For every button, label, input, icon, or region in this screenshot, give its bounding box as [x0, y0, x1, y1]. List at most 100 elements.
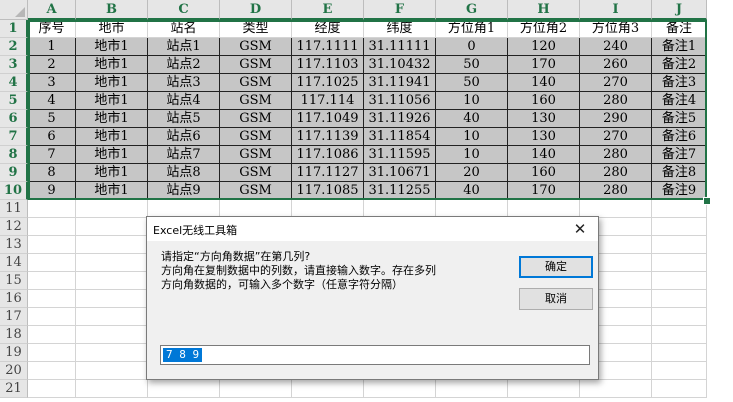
empty-cell[interactable]	[28, 218, 76, 236]
empty-cell[interactable]	[28, 236, 76, 254]
table-cell[interactable]: 50	[436, 56, 508, 74]
column-header-c[interactable]: C	[148, 0, 220, 20]
empty-cell[interactable]	[76, 272, 148, 290]
table-cell[interactable]: 站点9	[148, 182, 220, 200]
table-cell[interactable]: 117.1111	[292, 38, 364, 56]
row-header-3[interactable]: 3	[0, 56, 28, 74]
empty-cell[interactable]	[76, 218, 148, 236]
table-cell[interactable]: 地市1	[76, 92, 148, 110]
empty-cell[interactable]	[652, 344, 707, 362]
table-cell[interactable]: 120	[508, 38, 580, 56]
empty-cell[interactable]	[28, 344, 76, 362]
row-header-20[interactable]: 20	[0, 362, 28, 380]
select-all-corner[interactable]	[0, 0, 28, 20]
table-cell[interactable]: 130	[508, 128, 580, 146]
table-cell[interactable]: 117.1127	[292, 164, 364, 182]
table-cell[interactable]: 备注5	[652, 110, 707, 128]
empty-cell[interactable]	[652, 326, 707, 344]
empty-cell[interactable]	[28, 254, 76, 272]
header-cell[interactable]: 方位角3	[580, 20, 652, 38]
table-cell[interactable]: 地市1	[76, 164, 148, 182]
empty-cell[interactable]	[220, 380, 292, 398]
empty-cell[interactable]	[76, 254, 148, 272]
column-header-i[interactable]: I	[580, 0, 652, 20]
table-cell[interactable]: 3	[28, 74, 76, 92]
table-cell[interactable]: 280	[580, 92, 652, 110]
table-cell[interactable]: GSM	[220, 74, 292, 92]
table-cell[interactable]: 170	[508, 56, 580, 74]
row-header-4[interactable]: 4	[0, 74, 28, 92]
empty-cell[interactable]	[76, 362, 148, 380]
empty-cell[interactable]	[436, 380, 508, 398]
row-header-11[interactable]: 11	[0, 200, 28, 218]
table-cell[interactable]: 260	[580, 56, 652, 74]
cancel-button[interactable]: 取消	[519, 288, 593, 310]
row-header-7[interactable]: 7	[0, 128, 28, 146]
table-cell[interactable]: 117.114	[292, 92, 364, 110]
row-header-10[interactable]: 10	[0, 182, 28, 200]
table-cell[interactable]: 站点5	[148, 110, 220, 128]
row-header-19[interactable]: 19	[0, 344, 28, 362]
table-cell[interactable]: 备注2	[652, 56, 707, 74]
table-cell[interactable]: 备注1	[652, 38, 707, 56]
table-cell[interactable]: 8	[28, 164, 76, 182]
table-cell[interactable]: 站点2	[148, 56, 220, 74]
empty-cell[interactable]	[76, 326, 148, 344]
table-cell[interactable]: 2	[28, 56, 76, 74]
table-cell[interactable]: 0	[436, 38, 508, 56]
table-cell[interactable]: 117.1139	[292, 128, 364, 146]
table-cell[interactable]: 地市1	[76, 182, 148, 200]
row-header-6[interactable]: 6	[0, 110, 28, 128]
empty-cell[interactable]	[652, 254, 707, 272]
empty-cell[interactable]	[28, 362, 76, 380]
table-cell[interactable]: 站点7	[148, 146, 220, 164]
empty-cell[interactable]	[652, 380, 707, 398]
empty-cell[interactable]	[28, 380, 76, 398]
table-cell[interactable]: 280	[580, 182, 652, 200]
row-header-17[interactable]: 17	[0, 308, 28, 326]
empty-cell[interactable]	[28, 308, 76, 326]
table-cell[interactable]: 140	[508, 146, 580, 164]
empty-cell[interactable]	[652, 200, 707, 218]
table-cell[interactable]: 站点1	[148, 38, 220, 56]
row-header-21[interactable]: 21	[0, 380, 28, 398]
header-cell[interactable]: 类型	[220, 20, 292, 38]
table-cell[interactable]: GSM	[220, 164, 292, 182]
empty-cell[interactable]	[652, 236, 707, 254]
empty-cell[interactable]	[28, 200, 76, 218]
table-cell[interactable]: 地市1	[76, 128, 148, 146]
table-cell[interactable]: 31.11595	[364, 146, 436, 164]
table-cell[interactable]: 40	[436, 110, 508, 128]
ok-button[interactable]: 确定	[519, 256, 593, 278]
empty-cell[interactable]	[508, 380, 580, 398]
table-cell[interactable]: 240	[580, 38, 652, 56]
column-number-input[interactable]: 7 8 9	[160, 345, 590, 365]
header-cell[interactable]: 备注	[652, 20, 707, 38]
empty-cell[interactable]	[652, 272, 707, 290]
row-header-1[interactable]: 1	[0, 20, 28, 38]
table-cell[interactable]: GSM	[220, 182, 292, 200]
table-cell[interactable]: GSM	[220, 128, 292, 146]
table-cell[interactable]: 20	[436, 164, 508, 182]
table-cell[interactable]: GSM	[220, 38, 292, 56]
row-header-5[interactable]: 5	[0, 92, 28, 110]
table-cell[interactable]: 地市1	[76, 146, 148, 164]
empty-cell[interactable]	[76, 344, 148, 362]
table-cell[interactable]: 31.11926	[364, 110, 436, 128]
empty-cell[interactable]	[76, 200, 148, 218]
table-cell[interactable]: 31.11854	[364, 128, 436, 146]
table-cell[interactable]: 备注3	[652, 74, 707, 92]
table-cell[interactable]: 270	[580, 128, 652, 146]
table-cell[interactable]: 地市1	[76, 110, 148, 128]
table-cell[interactable]: 140	[508, 74, 580, 92]
header-cell[interactable]: 经度	[292, 20, 364, 38]
table-cell[interactable]: 7	[28, 146, 76, 164]
table-cell[interactable]: 10	[436, 128, 508, 146]
table-cell[interactable]: 备注4	[652, 92, 707, 110]
close-icon[interactable]: ✕	[570, 219, 590, 239]
table-cell[interactable]: 31.11111	[364, 38, 436, 56]
empty-cell[interactable]	[76, 236, 148, 254]
column-header-f[interactable]: F	[364, 0, 436, 20]
column-header-j[interactable]: J	[652, 0, 707, 20]
table-cell[interactable]: 地市1	[76, 38, 148, 56]
